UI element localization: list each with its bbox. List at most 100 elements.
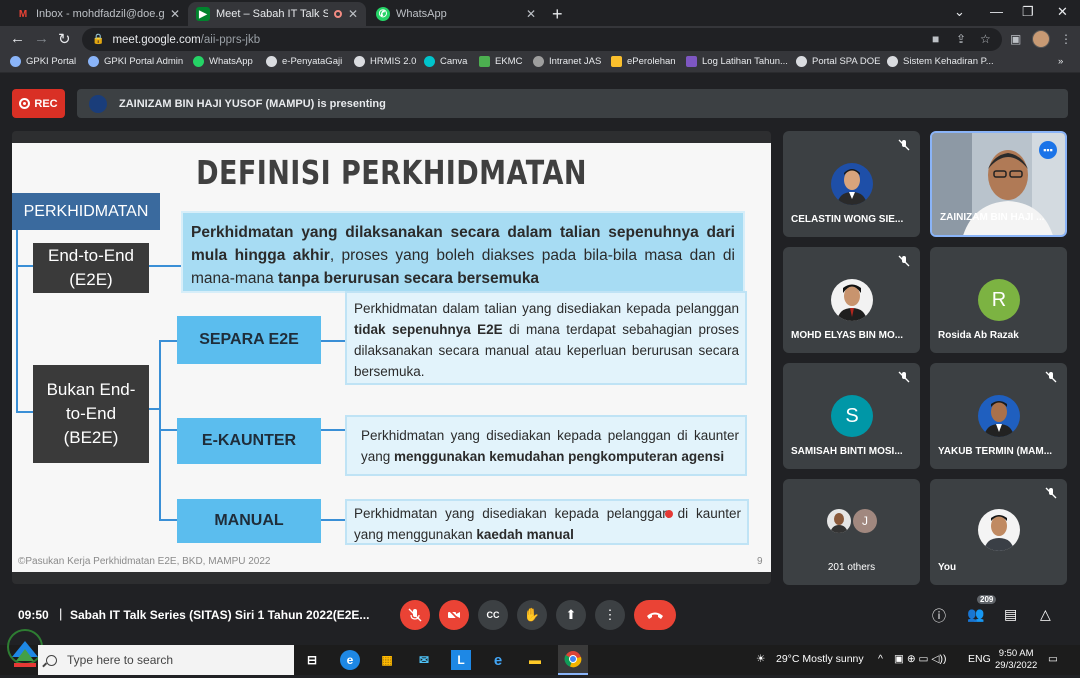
mic-off-icon bbox=[898, 371, 910, 383]
internet-explorer-icon[interactable]: e bbox=[488, 650, 508, 670]
participant-tile[interactable]: YAKUB TERMIN (MAM... bbox=[930, 363, 1067, 469]
mic-toggle-button[interactable] bbox=[400, 600, 430, 630]
tray-icons[interactable]: ▣ ⊕ ▭ ◁)) bbox=[894, 653, 946, 665]
back-button[interactable]: ← bbox=[10, 30, 25, 47]
laser-pointer-icon bbox=[665, 510, 673, 518]
chrome-icon[interactable] bbox=[558, 645, 588, 675]
close-tab-icon[interactable]: ✕ bbox=[526, 7, 536, 21]
presenting-banner: ZAINIZAM BIN HAJI YUSOF (MAMPU) is prese… bbox=[77, 89, 1068, 118]
speaking-indicator-icon: ▪▪▪ bbox=[1039, 141, 1057, 159]
search-icon bbox=[46, 654, 57, 666]
captions-button[interactable]: CC bbox=[478, 600, 508, 630]
people-button[interactable]: 👥 bbox=[967, 606, 984, 623]
participant-tile[interactable]: S SAMISAH BINTI MOSI... bbox=[783, 363, 920, 469]
record-icon bbox=[19, 98, 31, 109]
mail-icon[interactable]: ✉ bbox=[414, 650, 434, 670]
participant-tile[interactable]: CELASTIN WONG SIE... bbox=[783, 131, 920, 237]
slide: DEFINISI PERKHIDMATAN PERKHIDMATAN End-t… bbox=[12, 143, 771, 572]
bookmarks-bar: GPKI Portal GPKI Portal Admin WhatsApp e… bbox=[0, 53, 1080, 73]
captions-icon: CC bbox=[486, 610, 500, 620]
meeting-details-button[interactable]: ⓘ bbox=[932, 606, 946, 626]
tab-search-icon[interactable]: ⌄ bbox=[954, 4, 965, 20]
system-clock[interactable]: 9:50 AM 29/3/2022 bbox=[995, 648, 1037, 672]
forward-button[interactable]: → bbox=[34, 30, 49, 47]
close-window-button[interactable]: ✕ bbox=[1057, 4, 1068, 20]
side-panel-icon[interactable]: ▣ bbox=[1010, 32, 1021, 46]
separa-e2e-box: SEPARA E2E bbox=[177, 316, 321, 364]
tab-meet[interactable]: ▶ Meet – Sabah IT Talk Series ( ✕ bbox=[188, 2, 366, 26]
desc-bold: tidak sepenuhnya E2E bbox=[354, 322, 503, 337]
activities-button[interactable]: △ bbox=[1040, 606, 1051, 623]
lync-icon[interactable]: L bbox=[451, 650, 471, 670]
bookmark-item[interactable]: Sistem Kehadiran P... bbox=[887, 56, 994, 67]
taskbar-search[interactable]: Type here to search bbox=[38, 645, 294, 675]
new-tab-button[interactable]: + bbox=[552, 4, 563, 25]
weather-icon: ☀ bbox=[756, 653, 766, 665]
presentation-stage: DEFINISI PERKHIDMATAN PERKHIDMATAN End-t… bbox=[12, 131, 771, 584]
others-tile[interactable]: J 201 others bbox=[783, 479, 920, 585]
mic-off-icon bbox=[408, 608, 422, 622]
bookmark-label: Canva bbox=[440, 56, 468, 67]
leave-call-button[interactable] bbox=[634, 600, 676, 630]
participant-initial-avatar: S bbox=[831, 395, 873, 437]
more-bookmarks-icon[interactable]: » bbox=[1058, 56, 1063, 67]
self-tile[interactable]: You bbox=[930, 479, 1067, 585]
tab-whatsapp[interactable]: ✆ WhatsApp ✕ bbox=[368, 2, 544, 26]
weather-text[interactable]: 29°C Mostly sunny bbox=[776, 653, 864, 665]
reload-button[interactable]: ↻ bbox=[58, 30, 71, 48]
bookmark-item[interactable]: ePerolehan bbox=[611, 56, 676, 67]
task-view-icon[interactable]: ⊟ bbox=[302, 650, 322, 670]
others-count: 201 others bbox=[827, 562, 876, 573]
mic-off-icon bbox=[898, 255, 910, 267]
chat-icon: ▤ bbox=[1004, 606, 1018, 622]
bookmark-item[interactable]: GPKI Portal Admin bbox=[88, 56, 183, 67]
participant-name: SAMISAH BINTI MOSI... bbox=[791, 446, 903, 457]
bookmark-item[interactable]: e-PenyataGaji bbox=[266, 56, 342, 67]
more-options-button[interactable]: ⋮ bbox=[595, 600, 625, 630]
bookmark-label: GPKI Portal bbox=[26, 56, 77, 67]
bookmark-item[interactable]: GPKI Portal bbox=[10, 56, 76, 67]
restore-button[interactable]: ❐ bbox=[1022, 4, 1034, 20]
raise-hand-button[interactable]: ✋ bbox=[517, 600, 547, 630]
bookmark-item[interactable]: HRMIS 2.0 bbox=[354, 56, 416, 67]
tray-overflow-icon[interactable]: ^ bbox=[878, 653, 883, 665]
store-icon[interactable]: ▦ bbox=[377, 650, 397, 670]
minimize-button[interactable]: — bbox=[990, 4, 1003, 19]
file-explorer-icon[interactable]: ▬ bbox=[525, 650, 545, 670]
menu-icon[interactable]: ⋮ bbox=[1060, 32, 1072, 46]
slide-page-number: 9 bbox=[757, 556, 763, 567]
e2e-label: End-to-End bbox=[48, 246, 134, 265]
more-vert-icon: ⋮ bbox=[603, 607, 617, 622]
participant-tile[interactable]: MOHD ELYAS BIN MO... bbox=[783, 247, 920, 353]
bookmark-item[interactable]: EKMC bbox=[479, 56, 522, 67]
tab-gmail[interactable]: M Inbox - mohdfadzil@doe.gov.my ✕ bbox=[8, 2, 188, 26]
share-icon[interactable]: ⇪ bbox=[956, 32, 966, 46]
bookmark-item[interactable]: Canva bbox=[424, 56, 467, 67]
present-button[interactable]: ⬆ bbox=[556, 600, 586, 630]
be2e-label: to-End bbox=[65, 404, 117, 423]
camera-icon[interactable]: ■ bbox=[932, 32, 939, 46]
url-text: meet.google.com/aii-pprs-jkb bbox=[112, 34, 260, 46]
address-bar[interactable]: 🔒 meet.google.com/aii-pprs-jkb bbox=[82, 28, 1002, 51]
chat-button[interactable]: ▤ bbox=[1004, 606, 1017, 623]
bookmark-item[interactable]: Intranet JAS bbox=[533, 56, 601, 67]
participant-name: You bbox=[938, 562, 957, 573]
close-tab-icon[interactable]: ✕ bbox=[348, 7, 358, 21]
camera-toggle-button[interactable] bbox=[439, 600, 469, 630]
meet-control-bar: 09:50 | Sabah IT Talk Series (SITAS) Sir… bbox=[0, 592, 1080, 637]
language-indicator[interactable]: ENG bbox=[968, 653, 991, 665]
edge-icon[interactable]: e bbox=[340, 650, 360, 670]
bookmark-item[interactable]: WhatsApp bbox=[193, 56, 253, 67]
bookmark-star-icon[interactable]: ☆ bbox=[980, 32, 991, 46]
close-tab-icon[interactable]: ✕ bbox=[170, 7, 180, 21]
participant-tile[interactable]: R Rosida Ab Razak bbox=[930, 247, 1067, 353]
recording-badge: REC bbox=[12, 89, 65, 118]
notification-icon[interactable]: ▭ bbox=[1048, 653, 1058, 665]
bookmark-item[interactable]: Portal SPA DOE bbox=[796, 56, 880, 67]
bookmark-label: EKMC bbox=[495, 56, 523, 67]
participant-tile-active-speaker[interactable]: ▪▪▪ ZAINIZAM BIN HAJI ... bbox=[930, 131, 1067, 237]
profile-avatar[interactable] bbox=[1032, 30, 1050, 48]
separator: | bbox=[59, 606, 63, 621]
bookmark-item[interactable]: Log Latihan Tahun... bbox=[686, 56, 788, 67]
participant-name: Rosida Ab Razak bbox=[938, 330, 1019, 341]
